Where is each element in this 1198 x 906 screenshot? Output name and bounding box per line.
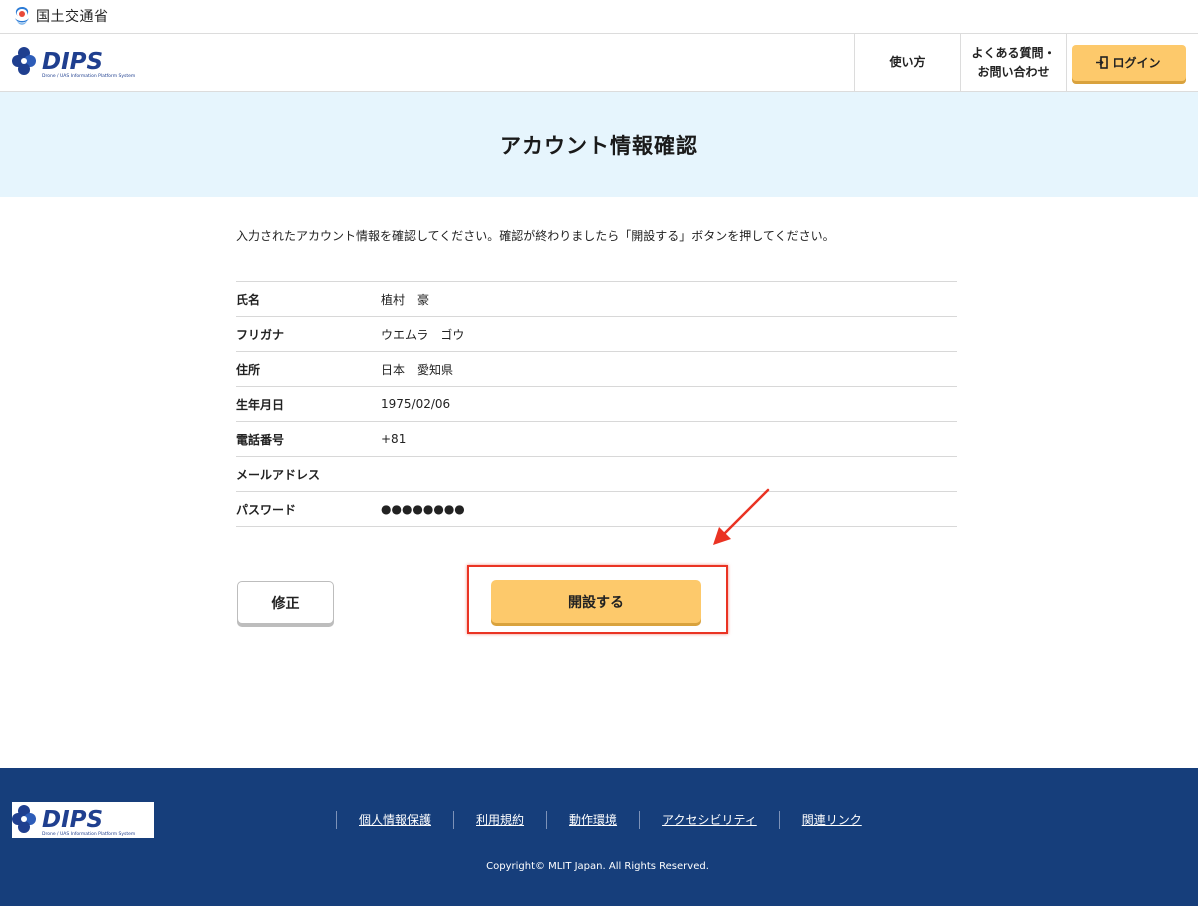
- row-label: メールアドレス: [236, 467, 321, 482]
- table-row: パスワード ●●●●●●●●: [236, 491, 957, 527]
- footer-dips-logo[interactable]: DIPS Drone / UAS Information Platform Sy…: [12, 802, 154, 838]
- title-band: アカウント情報確認: [0, 92, 1198, 197]
- table-row: 生年月日 1975/02/06: [236, 386, 957, 422]
- ministry-emblem-icon: [15, 7, 29, 25]
- fix-button[interactable]: 修正: [237, 581, 334, 624]
- nav-faq[interactable]: よくある質問・ お問い合わせ: [960, 34, 1066, 91]
- footer-link-terms[interactable]: 利用規約: [453, 811, 546, 829]
- table-row: 電話番号 +81: [236, 421, 957, 457]
- site-footer: DIPS Drone / UAS Information Platform Sy…: [0, 768, 1198, 906]
- table-row: 住所 日本 愛知県: [236, 351, 957, 387]
- row-label: 氏名: [236, 292, 261, 307]
- ministry-logo[interactable]: 国土交通省: [12, 5, 109, 27]
- ministry-bar: 国土交通省: [0, 0, 1198, 34]
- nav-faq-label-line2: お問い合わせ: [977, 64, 1050, 79]
- footer-logo-text: DIPS: [42, 807, 103, 833]
- nav-faq-label-line1: よくある質問・: [971, 45, 1056, 60]
- row-label: パスワード: [236, 502, 297, 517]
- row-value: 植村 豪: [381, 292, 430, 307]
- ministry-name: 国土交通省: [36, 9, 109, 25]
- row-label: 生年月日: [236, 397, 285, 412]
- row-label: 住所: [236, 362, 261, 377]
- footer-link-related[interactable]: 関連リンク: [778, 811, 884, 829]
- footer-link-accessibility[interactable]: アクセシビリティ: [639, 811, 779, 829]
- open-account-button[interactable]: 開設する: [491, 580, 701, 623]
- footer-link-environment[interactable]: 動作環境: [546, 811, 639, 829]
- row-label: 電話番号: [236, 432, 285, 447]
- dips-logo-text: DIPS: [42, 49, 103, 75]
- nav-usage[interactable]: 使い方: [854, 34, 960, 91]
- row-label: フリガナ: [236, 327, 285, 342]
- row-value: ウエムラ ゴウ: [381, 327, 465, 342]
- dips-logo-subtext: Drone / UAS Information Platform System: [42, 73, 135, 79]
- table-row: 氏名 植村 豪: [236, 281, 957, 317]
- dips-logo[interactable]: DIPS Drone / UAS Information Platform Sy…: [12, 44, 157, 80]
- account-info-table: 氏名 植村 豪 フリガナ ウエムラ ゴウ 住所 日本 愛知県 生年月日 1975…: [236, 281, 957, 527]
- nav-login-cell: ログイン: [1066, 34, 1190, 91]
- table-row: メールアドレス: [236, 456, 957, 492]
- row-value: 1975/02/06: [381, 397, 451, 411]
- copyright-text: Copyright© MLIT Japan. All Rights Reserv…: [486, 861, 709, 872]
- login-button[interactable]: ログイン: [1071, 44, 1186, 81]
- footer-logo-subtext: Drone / UAS Information Platform System: [42, 831, 135, 837]
- row-value: +81: [381, 432, 407, 446]
- row-value: [381, 457, 957, 492]
- footer-links: 個人情報保護 利用規約 動作環境 アクセシビリティ 関連リンク: [336, 811, 884, 829]
- site-header: DIPS Drone / UAS Information Platform Sy…: [0, 34, 1198, 92]
- login-icon: [1096, 56, 1109, 69]
- login-button-label: ログイン: [1112, 56, 1161, 70]
- row-value: ●●●●●●●●: [381, 502, 465, 516]
- nav-usage-label: 使い方: [889, 55, 926, 69]
- page-title: アカウント情報確認: [500, 133, 698, 158]
- header-nav: 使い方 よくある質問・ お問い合わせ ログイン: [854, 34, 1190, 91]
- footer-link-privacy[interactable]: 個人情報保護: [336, 811, 453, 829]
- row-value: 日本 愛知県: [381, 362, 454, 377]
- table-row: フリガナ ウエムラ ゴウ: [236, 316, 957, 352]
- instruction-text: 入力されたアカウント情報を確認してください。確認が終わりましたら「開設する」ボタ…: [236, 229, 835, 243]
